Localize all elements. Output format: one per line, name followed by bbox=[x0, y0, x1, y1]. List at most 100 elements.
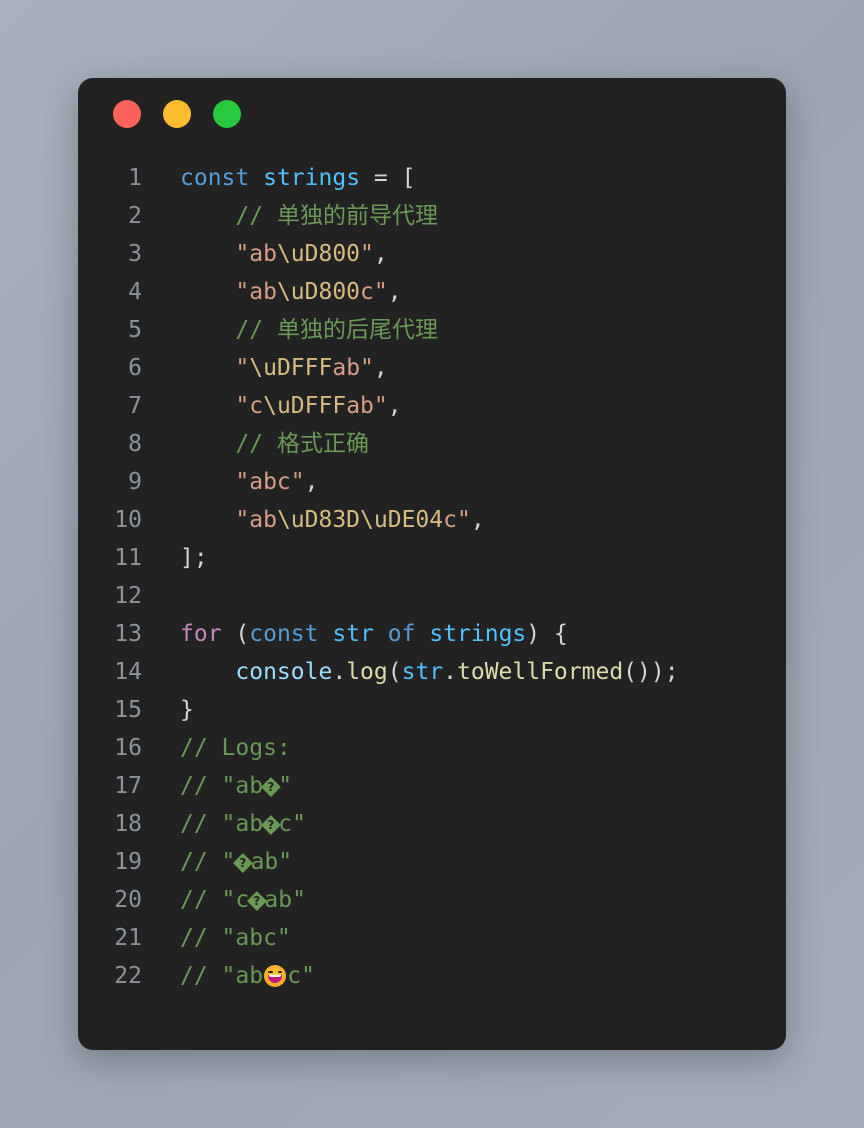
line-number: 9 bbox=[128, 469, 142, 495]
code-line-content: "ab\uD83D\uDE04c", bbox=[142, 501, 484, 539]
line-number: 11 bbox=[114, 545, 142, 571]
line-number: 21 bbox=[114, 925, 142, 951]
token-fn: log bbox=[346, 659, 388, 685]
code-line: 9 "abc", bbox=[78, 463, 786, 501]
token-str: ab" bbox=[346, 393, 388, 419]
token-cmt: // "c bbox=[180, 887, 250, 913]
code-line: 11]; bbox=[78, 539, 786, 577]
code-line: 17// "ab" bbox=[78, 767, 786, 805]
token-cmt: c" bbox=[287, 963, 315, 989]
code-line-content: for (const str of strings) { bbox=[142, 615, 568, 653]
code-line: 15} bbox=[78, 691, 786, 729]
token-fn: toWellFormed bbox=[457, 659, 624, 685]
line-number: 5 bbox=[128, 317, 142, 343]
code-line: 10 "ab\uD83D\uDE04c", bbox=[78, 501, 786, 539]
token-var: console bbox=[235, 659, 333, 685]
token-str: " bbox=[235, 355, 250, 381]
code-line-content: // 单独的前导代理 bbox=[142, 197, 438, 235]
token-esc: \uDFFF bbox=[249, 355, 333, 381]
line-number: 17 bbox=[114, 773, 142, 799]
token-esc: \uDE04 bbox=[360, 507, 444, 533]
code-line: 19 // " ab" bbox=[78, 843, 786, 881]
code-line-content: // "ab c" bbox=[142, 805, 306, 843]
line-number: 6 bbox=[128, 355, 142, 381]
token-kw: of bbox=[387, 621, 416, 647]
code-line: 18 // "ab c" bbox=[78, 805, 786, 843]
code-line: 5 // 单独的后尾代理 bbox=[78, 311, 786, 349]
code-line-content: "ab\uD800", bbox=[142, 235, 388, 273]
minimize-button[interactable] bbox=[163, 100, 191, 128]
token-str: " bbox=[360, 241, 374, 267]
code-line-content: // "c ab" bbox=[142, 881, 306, 919]
code-line-content: "ab\uD800c", bbox=[142, 273, 401, 311]
window-titlebar bbox=[78, 78, 786, 156]
code-line: 4 "ab\uD800c", bbox=[78, 273, 786, 311]
token-punct: , bbox=[304, 469, 319, 495]
traffic-light-buttons bbox=[113, 100, 241, 128]
code-line-content: "abc", bbox=[142, 463, 319, 501]
line-number: 18 bbox=[114, 811, 142, 837]
code-line-content: "\uDFFFab", bbox=[142, 349, 387, 387]
token-punct: ]; bbox=[180, 545, 208, 571]
token-cmt: // bbox=[235, 317, 277, 343]
code-line: 20 // "c ab" bbox=[78, 881, 786, 919]
token-kw: const bbox=[249, 621, 319, 647]
code-line-content: // " ab" bbox=[142, 843, 292, 881]
token-varb: str bbox=[401, 659, 444, 685]
token-cmt: // "abc" bbox=[180, 925, 291, 951]
maximize-button[interactable] bbox=[213, 100, 241, 128]
token-cmt: // "ab bbox=[180, 811, 264, 837]
line-number: 7 bbox=[128, 393, 142, 419]
code-line: 1 const strings = [ bbox=[78, 159, 786, 197]
line-number: 12 bbox=[114, 583, 142, 609]
token-varb: strings bbox=[429, 621, 527, 647]
code-line-content: // "ab c" bbox=[142, 957, 315, 995]
token-str: c" bbox=[360, 279, 388, 305]
code-line: 3 "ab\uD800", bbox=[78, 235, 786, 273]
close-button[interactable] bbox=[113, 100, 141, 128]
line-number: 2 bbox=[128, 203, 142, 229]
token-esc: \uDFFF bbox=[263, 393, 347, 419]
token-punct: ()); bbox=[623, 659, 679, 685]
token-cmt: // "ab bbox=[180, 773, 264, 799]
code-line-content: "c\uDFFFab", bbox=[142, 387, 401, 425]
line-number: 14 bbox=[114, 659, 142, 685]
line-number: 13 bbox=[114, 621, 142, 647]
line-number: 19 bbox=[114, 849, 142, 875]
token-str: "ab bbox=[235, 241, 277, 267]
line-number: 4 bbox=[128, 279, 142, 305]
token-cmt: // " bbox=[180, 849, 236, 875]
token-esc: \uD83D bbox=[276, 507, 361, 533]
token-cmt: ab" bbox=[250, 849, 293, 875]
code-line-content: const strings = [ bbox=[142, 159, 415, 197]
replacement-character-icon bbox=[247, 891, 267, 911]
code-editor[interactable]: 1 const strings = [2 // 单独的前导代理 3 "ab\uD80… bbox=[78, 156, 786, 1050]
token-kwctrl: for bbox=[180, 621, 222, 647]
token-cmt: c" bbox=[278, 811, 306, 837]
code-line: 16 // Logs: bbox=[78, 729, 786, 767]
replacement-character-icon bbox=[260, 815, 281, 835]
code-line-content: console.log(str.toWellFormed()); bbox=[142, 653, 679, 691]
line-number: 20 bbox=[114, 887, 142, 913]
token-punct: [ bbox=[401, 165, 416, 191]
token-esc: \uD800 bbox=[276, 279, 361, 305]
token-punct: , bbox=[373, 241, 388, 267]
line-number: 16 bbox=[114, 735, 142, 761]
token-cmt-cjk: 单独的前导代理 bbox=[276, 203, 438, 229]
page-root: 1 const strings = [2 // 单独的前导代理 3 "ab\uD80… bbox=[0, 0, 864, 1128]
token-cmt: // Logs: bbox=[180, 735, 291, 761]
line-number: 10 bbox=[114, 507, 142, 533]
token-str: "ab bbox=[235, 279, 277, 305]
code-line: 2 // 单独的前导代理 bbox=[78, 197, 786, 235]
code-line: 12 bbox=[78, 577, 786, 615]
code-line-content: // Logs: bbox=[142, 729, 291, 767]
token-punct: } bbox=[180, 697, 194, 723]
